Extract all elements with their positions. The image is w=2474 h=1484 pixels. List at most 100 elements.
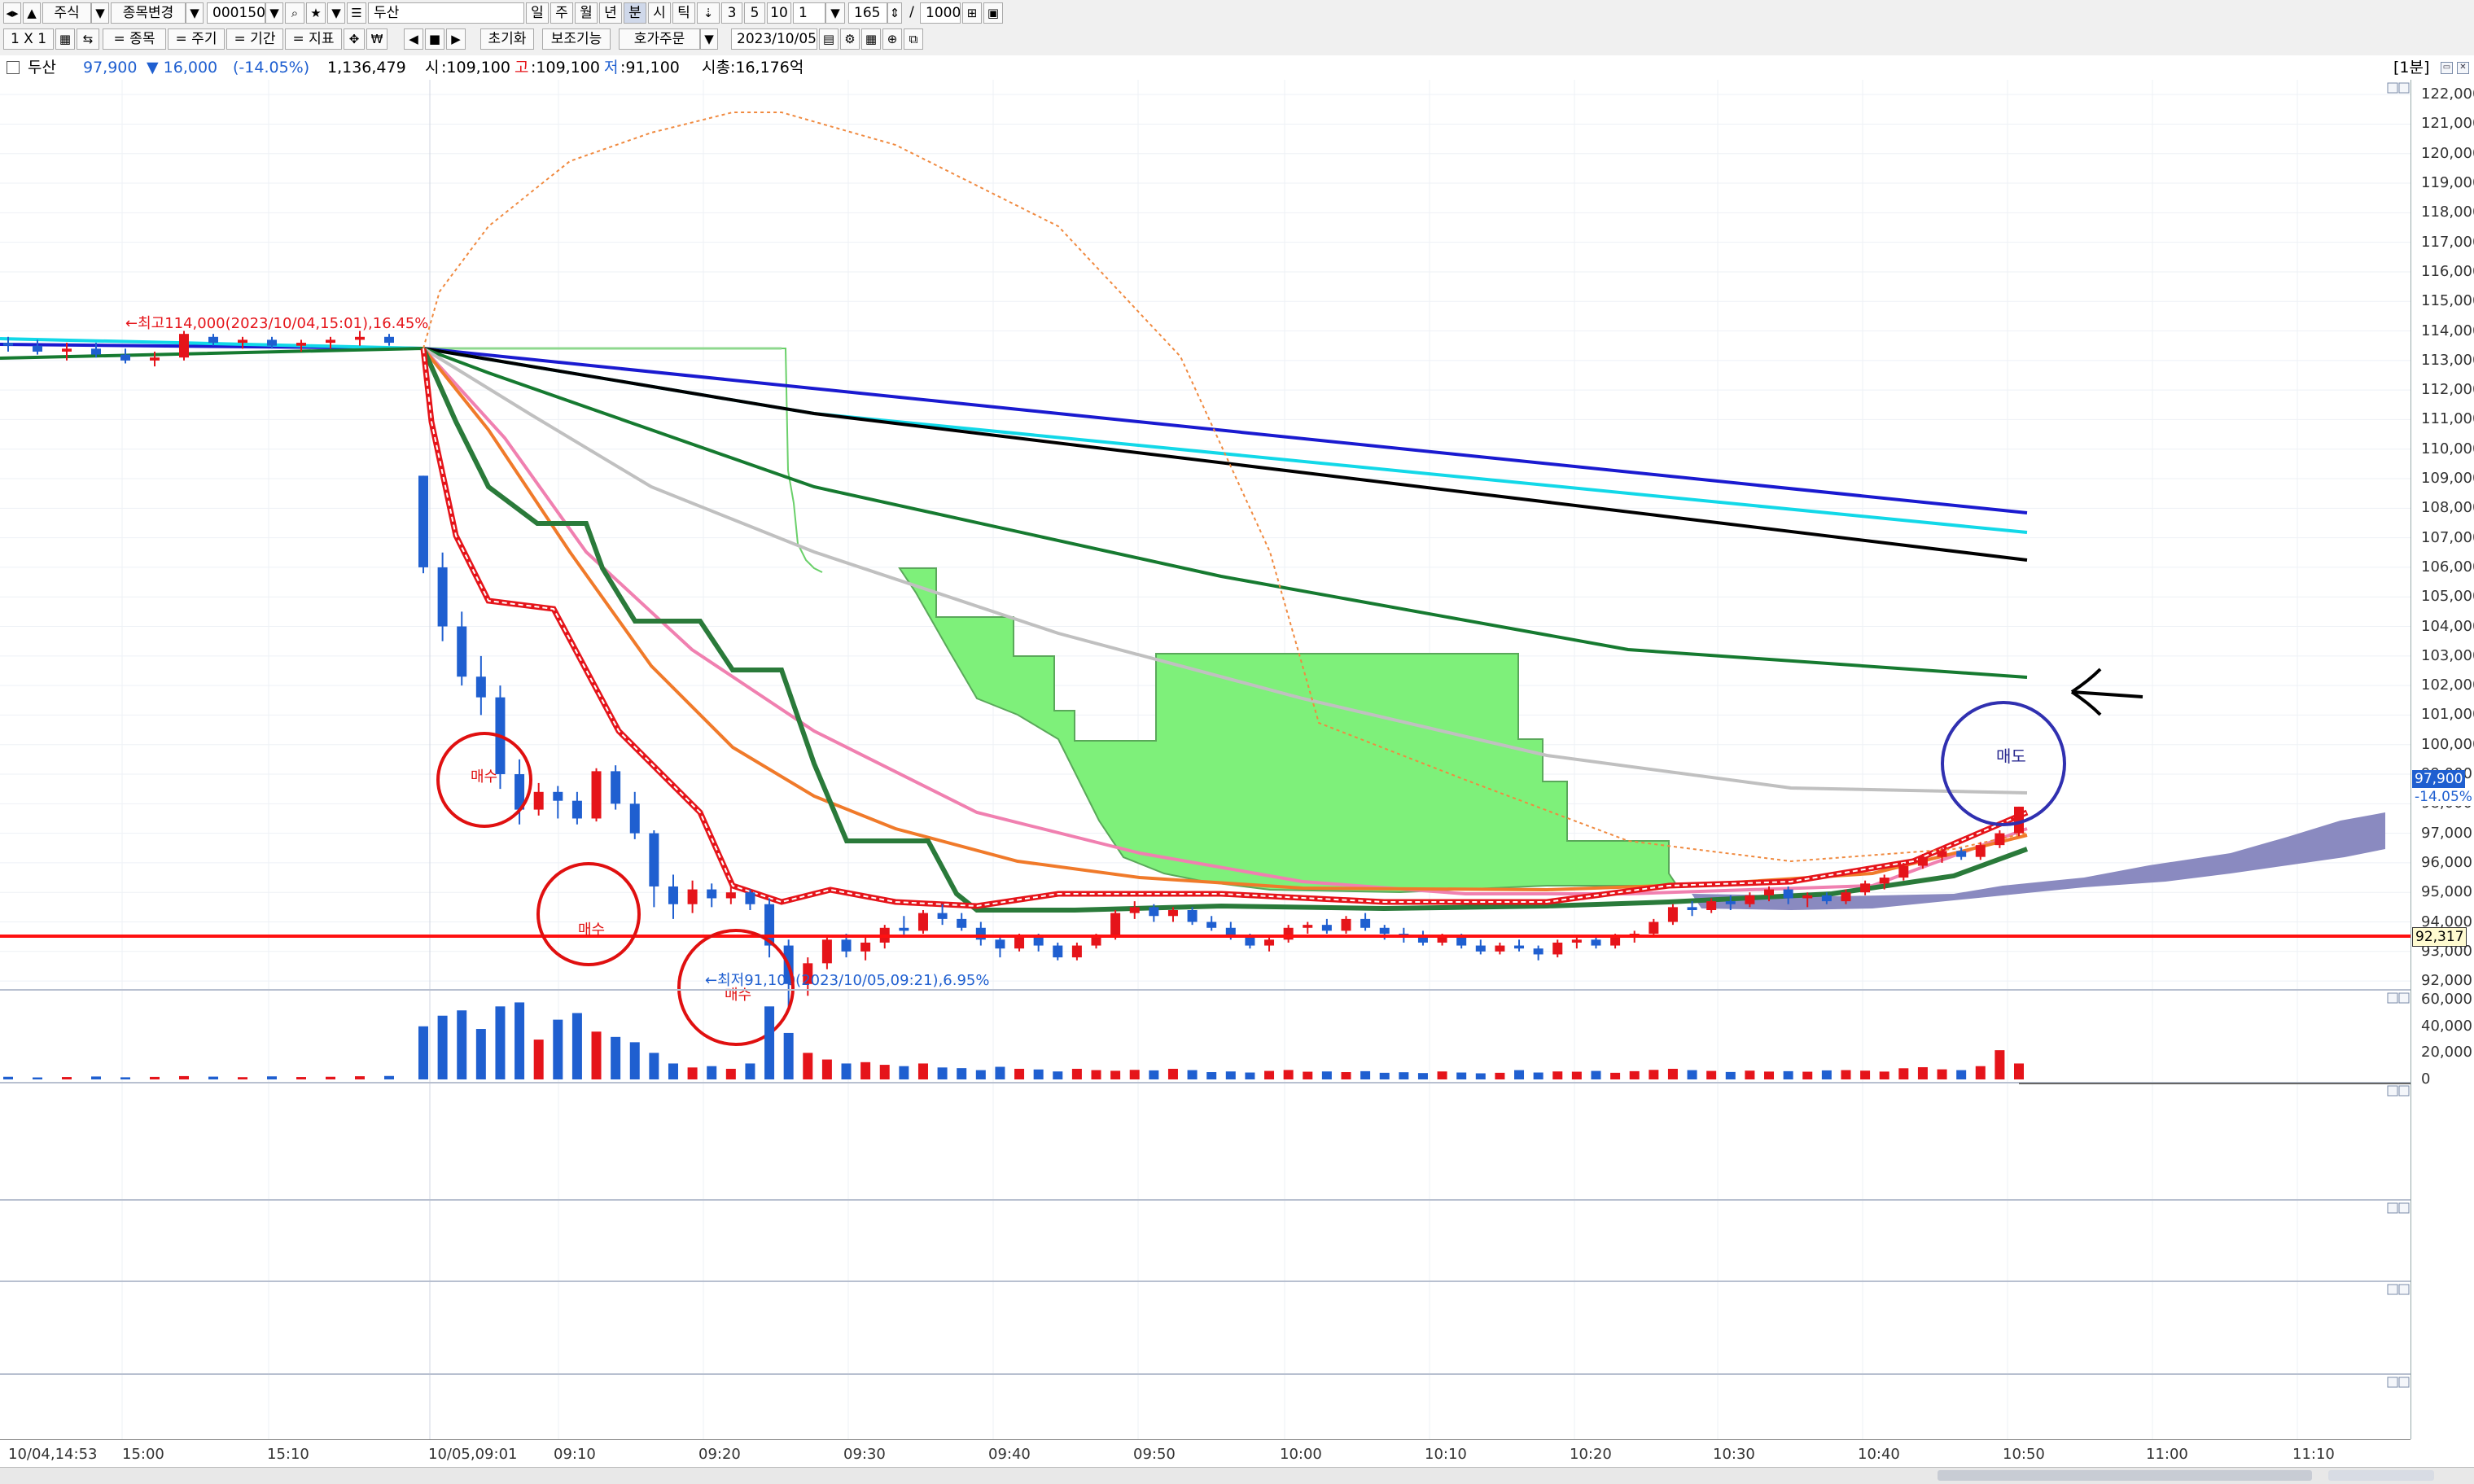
chevron-up-icon[interactable]: ▲ (23, 2, 41, 24)
table-icon[interactable]: ▦ (861, 28, 881, 50)
star-icon[interactable]: ★ (306, 2, 326, 24)
aux-function-button[interactable]: 보조기능 (542, 28, 611, 50)
volume-bar (591, 1031, 602, 1079)
period-day[interactable]: 일 (526, 2, 549, 24)
pane-minimize-icon[interactable] (2387, 1377, 2398, 1388)
interval-10[interactable]: 10 (767, 2, 791, 24)
candle-body (1283, 927, 1294, 940)
settings-icon[interactable]: ⚙ (840, 28, 860, 50)
scroll-left-icon[interactable]: ◀ (404, 28, 423, 50)
stock-name-field[interactable]: 두산 (368, 2, 524, 24)
candle-body (1898, 865, 1909, 878)
price-chart[interactable]: ←최고114,000(2023/10/04,15:01),16.45% ←최저9… (0, 80, 2411, 1439)
y-tick: 122,000 (2421, 85, 2474, 103)
volume-bar (957, 1068, 967, 1079)
stop-icon[interactable]: ■ (425, 28, 444, 50)
period-month[interactable]: 월 (575, 2, 598, 24)
close-icon[interactable]: ✕ (2457, 62, 2469, 74)
price-change: ▼ 16,000 (147, 59, 218, 77)
chevron-down-icon[interactable]: ▼ (91, 2, 109, 24)
chevron-down-icon[interactable]: ▼ (327, 2, 345, 24)
scroll-right-icon[interactable]: ▶ (446, 28, 466, 50)
search-icon[interactable]: ⌕ (285, 2, 304, 24)
restore-icon[interactable]: ▭ (2441, 62, 2453, 74)
pane-close-icon[interactable] (2398, 82, 2410, 94)
x-tick: 09:10 (554, 1446, 596, 1463)
horizontal-scrollbar[interactable] (0, 1467, 2474, 1484)
pane-minimize-icon[interactable] (2387, 1085, 2398, 1097)
candle-body (1667, 907, 1678, 922)
spin-icon[interactable]: ⇕ (887, 2, 902, 24)
pane-close-icon[interactable] (2398, 1202, 2410, 1214)
pane-minimize-icon[interactable] (2387, 82, 2398, 94)
max-count-field[interactable]: 1000 (920, 2, 961, 24)
interval-input[interactable]: 1 (793, 2, 825, 24)
chevron-down-icon[interactable]: ▼ (700, 28, 718, 50)
candle-body (937, 913, 948, 919)
select-checkbox[interactable] (7, 61, 20, 74)
volume-bar (917, 1063, 928, 1079)
period-tag: [1분] (2393, 59, 2430, 77)
volume-bar (1456, 1072, 1467, 1079)
volume-bar (91, 1076, 101, 1079)
candle-body (629, 803, 640, 834)
menu-period[interactable]: = 주기 (168, 28, 225, 50)
period-year[interactable]: 년 (599, 2, 622, 24)
period-hour[interactable]: 시 (648, 2, 671, 24)
scroll-thumb[interactable] (1938, 1470, 2312, 1481)
pane-close-icon[interactable] (2398, 1085, 2410, 1097)
grid-icon[interactable]: ▦ (55, 28, 75, 50)
menu-range[interactable]: = 기간 (226, 28, 283, 50)
collapse-icon[interactable]: ◂▸ (3, 2, 21, 24)
volume-bar (437, 1015, 448, 1079)
candle-body (649, 833, 659, 886)
pane-close-icon[interactable] (2398, 1377, 2410, 1388)
layout-button[interactable]: 1 X 1 (3, 28, 54, 50)
y-tick: 114,000 (2421, 322, 2474, 339)
chevron-down-icon[interactable]: ▼ (186, 2, 204, 24)
candle-body (238, 339, 247, 344)
chevron-down-icon[interactable]: ▼ (825, 2, 845, 24)
pane-minimize-icon[interactable] (2387, 992, 2398, 1004)
period-tick[interactable]: 틱 (672, 2, 695, 24)
split-icon[interactable]: ⇆ (77, 28, 99, 50)
menu-indicator[interactable]: = 지표 (285, 28, 342, 50)
apply-icon[interactable]: ⊞ (962, 2, 982, 24)
menu-stock[interactable]: = 종목 (103, 28, 166, 50)
volume-bar (1341, 1072, 1351, 1079)
date-field[interactable]: 2023/10/05 (731, 28, 817, 50)
vol-tick: 40,000 (2421, 1017, 2472, 1035)
crosshair-icon[interactable]: ✥ (344, 28, 365, 50)
candle-body (91, 348, 101, 355)
interval-down-icon[interactable]: ⇣ (697, 2, 720, 24)
market-select[interactable]: 주식 (42, 2, 91, 24)
interval-3[interactable]: 3 (721, 2, 742, 24)
interval-5[interactable]: 5 (744, 2, 765, 24)
period-minute[interactable]: 분 (624, 2, 646, 24)
candle-body (1802, 895, 1813, 899)
pane-close-icon[interactable] (2398, 992, 2410, 1004)
candle-body (1129, 907, 1140, 913)
stock-code-input[interactable]: 000150 (207, 2, 265, 24)
popout-icon[interactable]: ⧉ (904, 28, 923, 50)
period-week[interactable]: 주 (550, 2, 573, 24)
zoom-icon[interactable]: ⊕ (882, 28, 902, 50)
save-icon[interactable]: ▣ (983, 2, 1003, 24)
won-icon[interactable]: ₩ (366, 28, 388, 50)
count-input[interactable]: 165 (848, 2, 887, 24)
volume-bar (1245, 1072, 1255, 1079)
reset-button[interactable]: 초기화 (480, 28, 534, 50)
pane-minimize-icon[interactable] (2387, 1284, 2398, 1295)
mode-select[interactable]: 종목변경 (111, 2, 186, 24)
x-tick: 10:30 (1713, 1446, 1755, 1463)
market-cap: 시총:16,176억 (702, 59, 804, 77)
pane-close-icon[interactable] (2398, 1284, 2410, 1295)
chevron-down-icon[interactable]: ▼ (265, 2, 283, 24)
calendar-icon[interactable]: ▤ (819, 28, 839, 50)
zoom-slider[interactable] (2328, 1470, 2434, 1481)
order-button[interactable]: 호가주문 (619, 28, 700, 50)
pane-minimize-icon[interactable] (2387, 1202, 2398, 1214)
y-tick: 95,000 (2421, 883, 2472, 901)
list-icon[interactable]: ☰ (347, 2, 366, 24)
volume-bar (649, 1053, 659, 1079)
